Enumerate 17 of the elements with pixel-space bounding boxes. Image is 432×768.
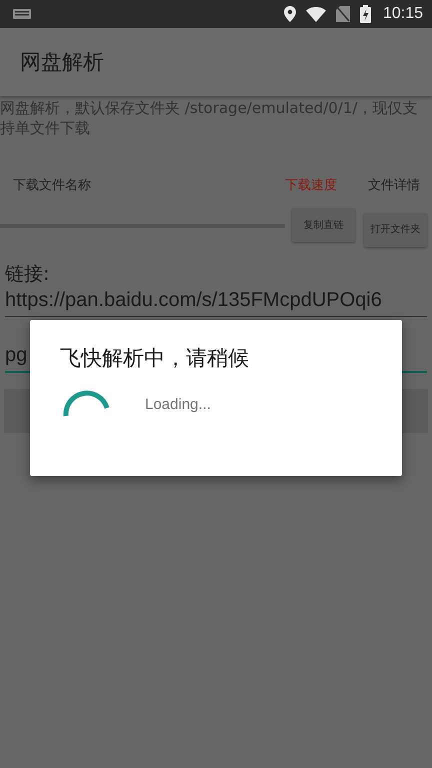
app-title: 网盘解析	[20, 49, 104, 76]
column-header: 文件详情	[368, 177, 420, 194]
dialog-title: 飞快解析中，请稍候	[60, 345, 250, 372]
action-button[interactable]: 打开文件夹	[364, 213, 427, 247]
column-header: 下载速度	[285, 177, 337, 194]
status-time: 10:15	[382, 5, 423, 23]
loading-spinner-icon	[63, 390, 111, 418]
wifi-icon	[306, 6, 326, 22]
link-field[interactable]: https://pan.baidu.com/s/135FMcpdUPOqi6	[5, 286, 427, 317]
loading-text: Loading...	[145, 396, 211, 412]
action-button[interactable]: 复制直链	[292, 208, 355, 242]
location-icon	[284, 6, 296, 22]
battery-charging-icon	[360, 5, 371, 23]
keyboard-icon	[13, 9, 31, 19]
link-label: 链接:	[5, 262, 50, 286]
column-header: 下载文件名称	[13, 177, 92, 194]
sim-card-icon	[336, 6, 350, 22]
